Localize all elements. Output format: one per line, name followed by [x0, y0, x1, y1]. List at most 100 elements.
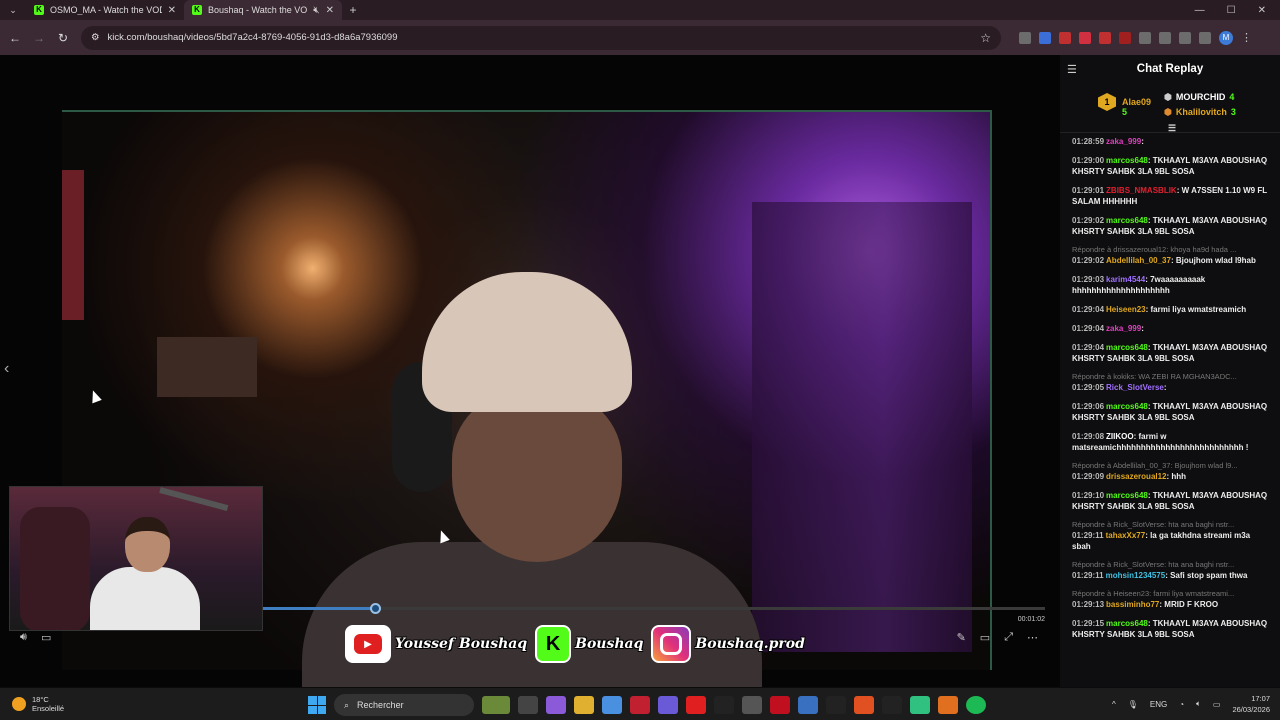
app-icon[interactable] [714, 696, 734, 714]
message-timestamp: 01:29:04 [1072, 324, 1105, 333]
language-indicator[interactable]: ENG [1150, 700, 1167, 709]
url-bar[interactable]: ⚙ kick.com/boushaq/videos/5bd7a2c4-8769-… [81, 25, 1001, 50]
chevron-left-icon[interactable]: ‹ [4, 360, 9, 378]
start-icon[interactable] [308, 696, 326, 714]
message-username[interactable]: drissazeroual12 [1106, 472, 1166, 481]
message-username[interactable]: Abdellilah_00_37 [1106, 256, 1171, 265]
leader-name[interactable]: Khalilovitch [1176, 107, 1227, 118]
extension-icon[interactable] [1039, 31, 1051, 44]
reply-context[interactable]: Répondre à Rick_SlotVerse: hta ana baghi… [1072, 560, 1270, 569]
bookmark-star-icon[interactable]: ☆ [980, 31, 991, 45]
tab-search-icon[interactable]: ⌄ [0, 0, 26, 20]
extension-icon[interactable] [1119, 31, 1131, 44]
reading-list-icon[interactable] [1179, 31, 1191, 44]
battery-icon[interactable]: ▭ [1213, 700, 1221, 709]
xm-icon[interactable] [826, 696, 846, 714]
browser-tabbar: ⌄ K OSMO_MA - Watch the VOD o ✕ K Bousha… [0, 0, 1280, 20]
tab-osmo[interactable]: K OSMO_MA - Watch the VOD o ✕ [26, 0, 184, 20]
reply-context[interactable]: Répondre à kokiks: WA ZEBI RA MGHAN3ADC.… [1072, 372, 1270, 381]
seek-handle[interactable] [369, 603, 381, 614]
extension-icon[interactable] [1139, 31, 1151, 44]
volume-icon[interactable]: 🔊︎ [20, 631, 27, 644]
widget-icon[interactable] [482, 696, 510, 714]
chevron-up-icon[interactable]: ^ [1112, 700, 1116, 709]
puzzle-icon[interactable] [1159, 31, 1171, 44]
extension-icon[interactable] [1059, 31, 1071, 44]
message-username[interactable]: marcos648 [1106, 619, 1148, 628]
minimize-icon[interactable]: — [1195, 5, 1205, 16]
new-tab-button[interactable]: + [342, 3, 364, 17]
message-username[interactable]: marcos648 [1106, 156, 1148, 165]
message-username[interactable]: ZBIBS_NMASBLIK [1106, 186, 1177, 195]
message-username[interactable]: Heiseen23 [1106, 305, 1146, 314]
app-icon[interactable] [630, 696, 650, 714]
weather-widget[interactable]: 18°C Ensoleillé [12, 695, 64, 713]
filter-icon[interactable]: ☰ [1168, 123, 1176, 134]
message-text: : [1141, 137, 1144, 146]
leader-name[interactable]: Alae09 [1122, 97, 1151, 107]
reload-icon[interactable]: ↻ [51, 31, 75, 45]
theater-mode-icon[interactable]: ▭ [980, 631, 990, 644]
collapse-chat-icon[interactable]: ☰ [1067, 63, 1077, 76]
seek-bar[interactable] [263, 603, 1045, 614]
chat-message: 01:29:02 marcos648: TKHAAYL M3AYA ABOUSHA… [1072, 215, 1270, 237]
reply-context[interactable]: Répondre à Abdellilah_00_37: Bjoujhom wl… [1072, 461, 1270, 470]
close-window-icon[interactable]: ✕ [1258, 5, 1266, 16]
close-tab-icon[interactable]: ✕ [168, 5, 176, 16]
sidebar-icon[interactable] [1199, 31, 1211, 44]
speaker-icon[interactable]: 🔈︎ [1196, 699, 1201, 709]
menu-icon[interactable]: ⋮ [1241, 31, 1252, 44]
extension-icon[interactable] [1099, 31, 1111, 44]
message-username[interactable]: Rick_SlotVerse [1106, 383, 1164, 392]
app-icon[interactable] [742, 696, 762, 714]
brave-icon[interactable] [854, 696, 874, 714]
captions-icon[interactable]: ▭ [41, 631, 51, 644]
youtube-app-icon[interactable] [686, 696, 706, 714]
message-username[interactable]: zaka_999 [1106, 324, 1141, 333]
message-username[interactable]: marcos648 [1106, 216, 1148, 225]
extension-icon[interactable] [1079, 31, 1091, 44]
site-info-icon[interactable]: ⚙ [91, 32, 100, 43]
message-username[interactable]: ZIIKOO [1106, 432, 1134, 441]
clip-icon[interactable]: ✎ [957, 631, 966, 644]
chrome-icon[interactable] [602, 696, 622, 714]
taskbar-search[interactable]: ⌕ Rechercher [334, 694, 474, 716]
message-username[interactable]: zaka_999 [1106, 137, 1141, 146]
more-options-icon[interactable]: ⋯ [1027, 631, 1038, 644]
message-username[interactable]: tahaxXx77 [1106, 531, 1146, 540]
message-username[interactable]: mohsin1234575 [1106, 571, 1166, 580]
message-username[interactable]: marcos648 [1106, 491, 1148, 500]
app-icon[interactable] [910, 696, 930, 714]
maximize-icon[interactable]: ☐ [1227, 5, 1236, 16]
file-explorer-icon[interactable] [574, 696, 594, 714]
reply-context[interactable]: Répondre à drissazeroual12: khoya ha9d h… [1072, 245, 1270, 254]
firefox-icon[interactable] [938, 696, 958, 714]
profile-avatar[interactable]: M [1219, 30, 1233, 45]
video-player[interactable]: ‹ 00:01:02 🔊︎ ▭ ▶ Youssef Boushaq K Bous… [0, 55, 1060, 687]
back-icon[interactable]: ← [3, 31, 27, 45]
tab-boushaq[interactable]: K Boushaq - Watch the VOD 🔇︎ ✕ [184, 0, 342, 20]
forward-icon[interactable]: → [27, 31, 51, 45]
message-timestamp: 01:29:15 [1072, 619, 1105, 628]
spotify-icon[interactable] [966, 696, 986, 714]
clock[interactable]: 17:07 26/03/2026 [1232, 693, 1270, 715]
reply-context[interactable]: Répondre à Rick_SlotVerse: hta ana baghi… [1072, 520, 1270, 529]
extension-icon[interactable] [1019, 31, 1031, 44]
task-view-icon[interactable] [518, 696, 538, 714]
message-username[interactable]: marcos648 [1106, 402, 1148, 411]
tradingview-icon[interactable] [882, 696, 902, 714]
fullscreen-icon[interactable]: ⤢ [1004, 631, 1013, 644]
reply-context[interactable]: Répondre à Heiseen23: farmi liya wmatstr… [1072, 589, 1270, 598]
teams-icon[interactable] [658, 696, 678, 714]
message-username[interactable]: bassiminho77 [1106, 600, 1159, 609]
chrome-icon[interactable] [798, 696, 818, 714]
copilot-icon[interactable] [546, 696, 566, 714]
close-tab-icon[interactable]: ✕ [326, 5, 334, 16]
leader-name[interactable]: MOURCHID [1176, 92, 1226, 103]
message-username[interactable]: karim4544 [1106, 275, 1145, 284]
message-username[interactable]: marcos648 [1106, 343, 1148, 352]
app-icon[interactable] [770, 696, 790, 714]
mute-tab-icon[interactable]: 🔇︎ [313, 5, 319, 16]
mic-icon[interactable]: 🎙︎ [1128, 700, 1138, 709]
wifi-icon[interactable]: ◔ [1179, 700, 1184, 709]
